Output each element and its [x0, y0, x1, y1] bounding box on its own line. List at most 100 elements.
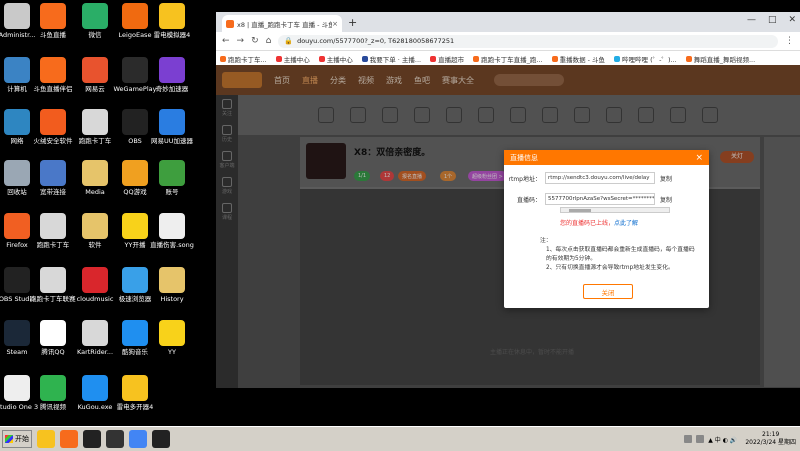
taskbar-app-icon[interactable]: [129, 430, 147, 448]
taskbar-app-icon[interactable]: [106, 430, 124, 448]
bookmark-item[interactable]: 舞蹈直播_舞蹈视频...: [685, 54, 756, 64]
bookmark-item[interactable]: 主播中心: [275, 54, 310, 64]
desktop-icon[interactable]: 雷电模拟器4: [149, 3, 195, 39]
maximize-icon[interactable]: □: [768, 15, 777, 25]
desktop-icon-label: 雷电多开器4: [116, 403, 154, 411]
copy-key-button[interactable]: 复制: [660, 195, 672, 204]
app-icon: [82, 57, 108, 83]
system-tray: ▲ 中 ◐ 🔊 21:19 2022/3/24 星期四: [684, 431, 800, 447]
desktop-icon-label: 腾讯视频: [40, 403, 66, 411]
bookmark-item[interactable]: 重播数据 - 斗鱼: [551, 54, 605, 64]
app-icon: [4, 267, 30, 293]
learn-more-link[interactable]: 点此了解: [614, 220, 638, 227]
bookmark-item[interactable]: 哔哩哔哩 (゜-゜)...: [614, 54, 677, 64]
desktop-icon[interactable]: History: [149, 267, 195, 303]
desktop-icon[interactable]: 火绒安全软件: [30, 109, 76, 145]
app-icon: [122, 57, 148, 83]
desktop-icon[interactable]: 斗鱼直播: [30, 3, 76, 39]
desktop-icon-label: 腾讯QQ: [41, 348, 65, 356]
app-icon: [122, 160, 148, 186]
app-icon: [40, 109, 66, 135]
desktop-icon-label: 跑跑卡丁车: [36, 241, 70, 249]
live-info-dialog: 直播信息 × rtmp地址： rtmp://sendtc3.douyu.com/…: [504, 150, 709, 308]
bookmark-label: 舞蹈直播_舞蹈视频...: [693, 55, 756, 64]
bookmark-favicon-icon: [220, 55, 226, 62]
desktop-icon-label: History: [160, 295, 184, 303]
clock-date: 2022/3/24 星期四: [745, 439, 796, 446]
bookmark-label: 直播超市: [438, 55, 465, 64]
desktop-icon[interactable]: 账号: [149, 160, 195, 196]
app-icon: [4, 320, 30, 346]
desktop-icon[interactable]: 奇妙加速器: [149, 57, 195, 93]
back-icon[interactable]: ←: [222, 36, 230, 46]
bookmark-favicon-icon: [361, 55, 368, 62]
scrollbar-thumb[interactable]: [569, 209, 591, 212]
desktop-icon[interactable]: 雷电多开器4: [112, 375, 158, 411]
tab-title: x8 | 直播_跑跑卡丁车 直播 - 斗鱼: [237, 20, 333, 29]
taskbar-app-icon[interactable]: [37, 430, 55, 448]
start-label: 开始: [15, 435, 29, 443]
bookmark-label: 跑跑卡丁车直播_跑...: [481, 55, 543, 64]
desktop-icon[interactable]: 网易UU加速器: [149, 109, 195, 145]
menu-icon[interactable]: ⋮: [785, 36, 794, 46]
stream-key-field[interactable]: 5577700rlpnAzaSe?wsSecret=**********: [545, 193, 655, 205]
home-icon[interactable]: ⌂: [266, 36, 272, 46]
tray-icon[interactable]: [684, 435, 693, 443]
app-icon: [159, 213, 185, 239]
tray-icon[interactable]: [696, 435, 705, 443]
desktop-icon[interactable]: 跑跑卡丁车联赛服: [30, 267, 76, 303]
desktop-icon[interactable]: 斗鱼直播伴侣: [30, 57, 76, 93]
forward-icon[interactable]: →: [237, 36, 245, 46]
new-tab-button[interactable]: +: [348, 16, 357, 29]
dialog-header: 直播信息 ×: [504, 150, 709, 165]
browser-window: x8 | 直播_跑跑卡丁车 直播 - 斗鱼 × + — □ ✕ ← → ↻ ⌂ …: [216, 12, 800, 388]
key-field-scrollbar[interactable]: [560, 207, 670, 213]
rtmp-field[interactable]: rtmp://sendtc3.douyu.com/live/delay: [545, 172, 655, 184]
url-input[interactable]: 🔒 douyu.com/5577700?_z=0, T6281800586772…: [278, 34, 778, 48]
app-icon: [40, 213, 66, 239]
app-icon: [159, 57, 185, 83]
desktop-icon[interactable]: 跑跑卡丁车: [30, 213, 76, 249]
minimize-icon[interactable]: —: [747, 15, 756, 25]
bookmark-label: 我要下单 · 主播...: [369, 55, 422, 64]
desktop-icon[interactable]: 直播伤害.song: [149, 213, 195, 249]
bookmark-item[interactable]: 我要下单 · 主播...: [361, 54, 422, 64]
desktop-icon[interactable]: 腾讯QQ: [30, 320, 76, 356]
desktop-icon-label: YY: [168, 348, 176, 356]
bookmark-favicon-icon: [318, 55, 325, 62]
bookmark-item[interactable]: 跑跑卡丁车直播_跑...: [473, 54, 543, 64]
desktop-icon-label: 斗鱼直播伴侣: [33, 85, 73, 93]
taskbar-app-icon[interactable]: [60, 430, 78, 448]
tray-status: ▲ 中 ◐ 🔊: [708, 436, 738, 444]
app-icon: [159, 160, 185, 186]
bookmark-favicon-icon: [614, 55, 621, 62]
desktop-icon[interactable]: 腾讯视频: [30, 375, 76, 411]
start-button[interactable]: 开始: [2, 430, 32, 448]
windows-logo-icon: [5, 435, 13, 443]
reload-icon[interactable]: ↻: [251, 36, 259, 46]
browser-titlebar: x8 | 直播_跑跑卡丁车 直播 - 斗鱼 × + — □ ✕: [216, 12, 800, 32]
tab-close-icon[interactable]: ×: [332, 20, 338, 28]
browser-tab[interactable]: x8 | 直播_跑跑卡丁车 直播 - 斗鱼 ×: [222, 15, 342, 32]
bookmark-favicon-icon: [430, 55, 437, 62]
app-icon: [4, 57, 30, 83]
taskbar-app-icon[interactable]: [152, 430, 170, 448]
copy-rtmp-button[interactable]: 复制: [660, 174, 672, 183]
app-icon: [82, 160, 108, 186]
bookmark-item[interactable]: 跑跑卡丁车...: [220, 54, 267, 64]
taskbar: 开始 ▲ 中 ◐ 🔊 21:19 2022/3/24 星期四: [0, 426, 800, 451]
clock[interactable]: 21:19 2022/3/24 星期四: [745, 431, 796, 447]
taskbar-app-icon[interactable]: [83, 430, 101, 448]
bookmark-label: 哔哩哔哩 (゜-゜)...: [622, 55, 677, 64]
bookmark-item[interactable]: 直播超市: [430, 54, 464, 64]
dialog-close-icon[interactable]: ×: [695, 153, 703, 163]
desktop-icon[interactable]: YY: [149, 320, 195, 356]
bookmark-item[interactable]: 主播中心: [318, 54, 353, 64]
bookmark-label: 主播中心: [326, 55, 353, 64]
app-icon: [159, 267, 185, 293]
url-text: douyu.com/5577700?_z=0, T628180058677251: [297, 37, 455, 45]
close-window-icon[interactable]: ✕: [788, 15, 796, 25]
desktop-icon[interactable]: 宽带连接: [30, 160, 76, 196]
app-icon: [159, 109, 185, 135]
close-button[interactable]: 关闭: [583, 284, 633, 299]
